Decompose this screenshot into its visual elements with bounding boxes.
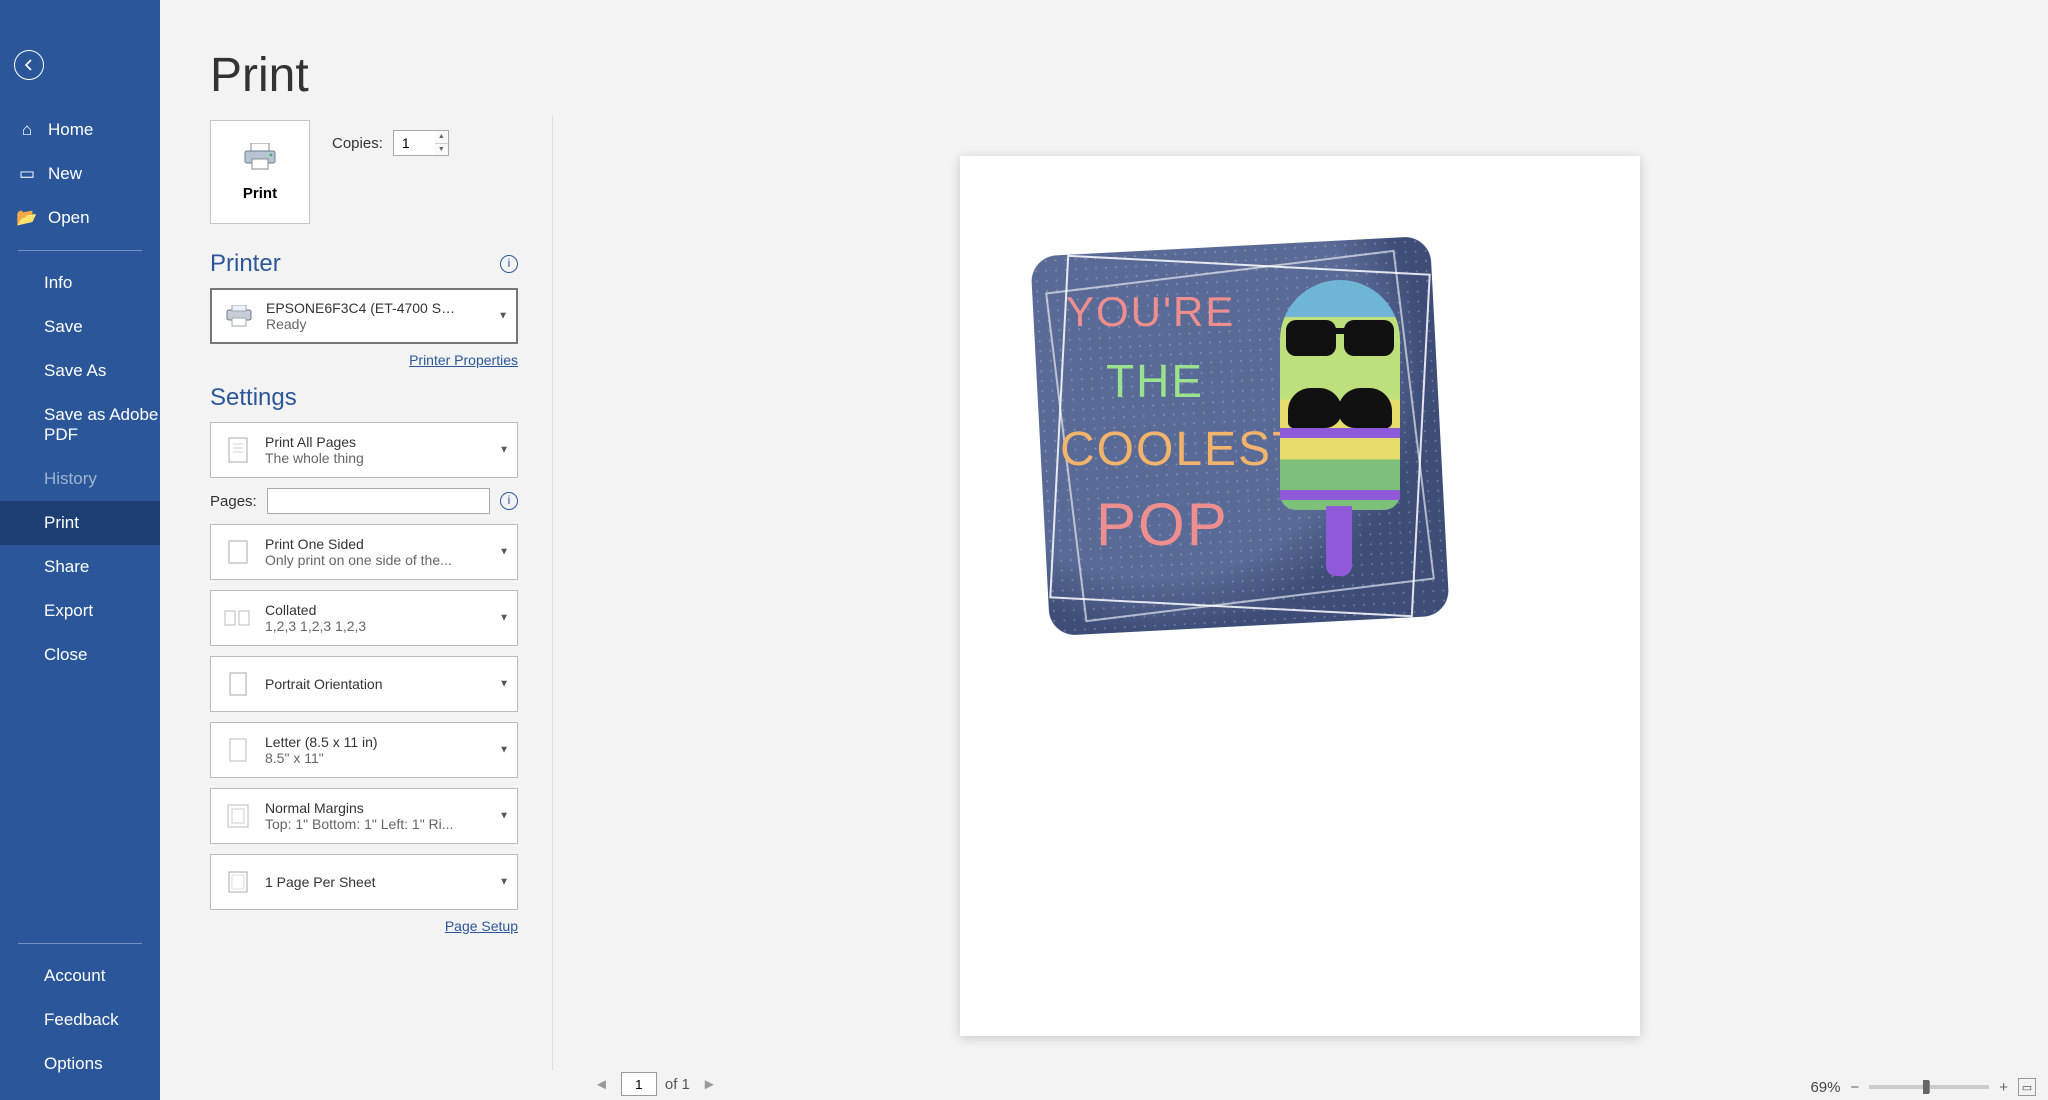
printer-device-icon [222, 299, 256, 333]
copies-label: Copies: [332, 135, 383, 152]
home-icon: ⌂ [18, 120, 36, 140]
page-title: Print [210, 48, 309, 103]
sidebar-item-label: History [44, 469, 97, 489]
printer-name: EPSONE6F3C4 (ET-4700 Seri... [266, 300, 456, 316]
margins-icon [221, 799, 255, 833]
chevron-down-icon: ▼ [499, 877, 509, 888]
sidebar-item-print[interactable]: Print [0, 501, 160, 545]
printer-heading: Printer [210, 250, 281, 278]
printer-select[interactable]: EPSONE6F3C4 (ET-4700 Seri... Ready ▼ [210, 288, 518, 344]
sidebar-item-label: New [48, 164, 82, 184]
sidebar-item-info[interactable]: Info [0, 261, 160, 305]
new-icon: ▭ [18, 164, 36, 184]
pages-label: Pages: [210, 493, 257, 510]
sidebar-item-save[interactable]: Save [0, 305, 160, 349]
printer-info-icon[interactable]: i [500, 255, 518, 273]
chevron-down-icon: ▼ [499, 811, 509, 822]
sidebar-item-savepdf[interactable]: Save as Adobe PDF [0, 393, 160, 457]
sidebar-item-history: History [0, 457, 160, 501]
sidebar-item-label: Print [44, 513, 79, 533]
print-scope-select[interactable]: Print All PagesThe whole thing ▼ [210, 422, 518, 478]
collate-select[interactable]: Collated1,2,3 1,2,3 1,2,3 ▼ [210, 590, 518, 646]
open-icon: 📂 [18, 208, 36, 228]
pages-per-sheet-select[interactable]: 1 Page Per Sheet ▼ [210, 854, 518, 910]
sidebar-item-label: Share [44, 557, 89, 577]
sidebar-item-label: Open [48, 208, 90, 228]
sidebar-item-export[interactable]: Export [0, 589, 160, 633]
sidebar-item-saveas[interactable]: Save As [0, 349, 160, 393]
portrait-icon [221, 667, 255, 701]
chevron-down-icon: ▼ [499, 613, 509, 624]
sidebar-item-share[interactable]: Share [0, 545, 160, 589]
sidebar-item-new[interactable]: ▭ New [0, 152, 160, 196]
page-number-input[interactable] [621, 1072, 657, 1096]
chevron-down-icon: ▼ [499, 547, 509, 558]
sidebar-item-label: Feedback [44, 1010, 119, 1030]
paper-size-select[interactable]: Letter (8.5 x 11 in)8.5" x 11" ▼ [210, 722, 518, 778]
paper-icon [221, 733, 255, 767]
printer-icon [243, 143, 277, 171]
page-setup-link[interactable]: Page Setup [445, 918, 518, 934]
pps-icon [221, 865, 255, 899]
chevron-down-icon: ▼ [498, 311, 508, 322]
sidebar-item-label: Close [44, 645, 87, 665]
sidebar-item-open[interactable]: 📂 Open [0, 196, 160, 240]
zoom-to-page-button[interactable]: ▭ [2018, 1078, 2036, 1096]
sidebar-item-label: Home [48, 120, 93, 140]
collate-icon [221, 601, 255, 635]
sidebar-item-label: Account [44, 966, 105, 986]
chevron-down-icon: ▼ [499, 745, 509, 756]
zoom-out-button[interactable]: − [1850, 1079, 1859, 1096]
back-button[interactable] [14, 50, 44, 80]
sidebar-item-feedback[interactable]: Feedback [0, 998, 160, 1042]
one-sided-icon [221, 535, 255, 569]
sidebar-item-label: Save as Adobe PDF [44, 405, 160, 445]
document-graphic: YOU'RE THE COOLEST POP [1040, 246, 1440, 626]
sidebar-item-home[interactable]: ⌂ Home [0, 108, 160, 152]
orientation-select[interactable]: Portrait Orientation ▼ [210, 656, 518, 712]
printer-properties-link[interactable]: Printer Properties [409, 352, 518, 368]
pages-input[interactable] [267, 488, 490, 514]
sidebar-item-label: Export [44, 601, 93, 621]
printer-status: Ready [266, 316, 456, 332]
zoom-percent: 69% [1810, 1079, 1840, 1096]
page-of-label: of 1 [665, 1076, 690, 1093]
copies-spinner[interactable]: ▲▼ [435, 130, 449, 156]
chevron-down-icon: ▼ [499, 445, 509, 456]
preview-page: YOU'RE THE COOLEST POP [960, 156, 1640, 1036]
print-now-button[interactable]: Print [210, 120, 310, 224]
pages-icon [221, 433, 255, 467]
sidebar-item-label: Save As [44, 361, 106, 381]
popsicle-icon [1260, 280, 1420, 590]
zoom-in-button[interactable]: + [1999, 1079, 2008, 1096]
sides-select[interactable]: Print One SidedOnly print on one side of… [210, 524, 518, 580]
sidebar-item-options[interactable]: Options [0, 1042, 160, 1086]
pages-info-icon[interactable]: i [500, 492, 518, 510]
margins-select[interactable]: Normal MarginsTop: 1" Bottom: 1" Left: 1… [210, 788, 518, 844]
print-preview: YOU'RE THE COOLEST POP [552, 116, 2048, 1070]
sidebar-item-label: Options [44, 1054, 103, 1074]
next-page-button[interactable]: ► [698, 1076, 721, 1093]
print-button-label: Print [243, 185, 277, 202]
sidebar-item-account[interactable]: Account [0, 954, 160, 998]
prev-page-button[interactable]: ◄ [590, 1076, 613, 1093]
sidebar-item-label: Save [44, 317, 83, 337]
zoom-slider[interactable] [1869, 1085, 1989, 1089]
chevron-down-icon: ▼ [499, 679, 509, 690]
sidebar-item-close[interactable]: Close [0, 633, 160, 677]
settings-heading: Settings [210, 384, 297, 412]
sidebar-item-label: Info [44, 273, 72, 293]
